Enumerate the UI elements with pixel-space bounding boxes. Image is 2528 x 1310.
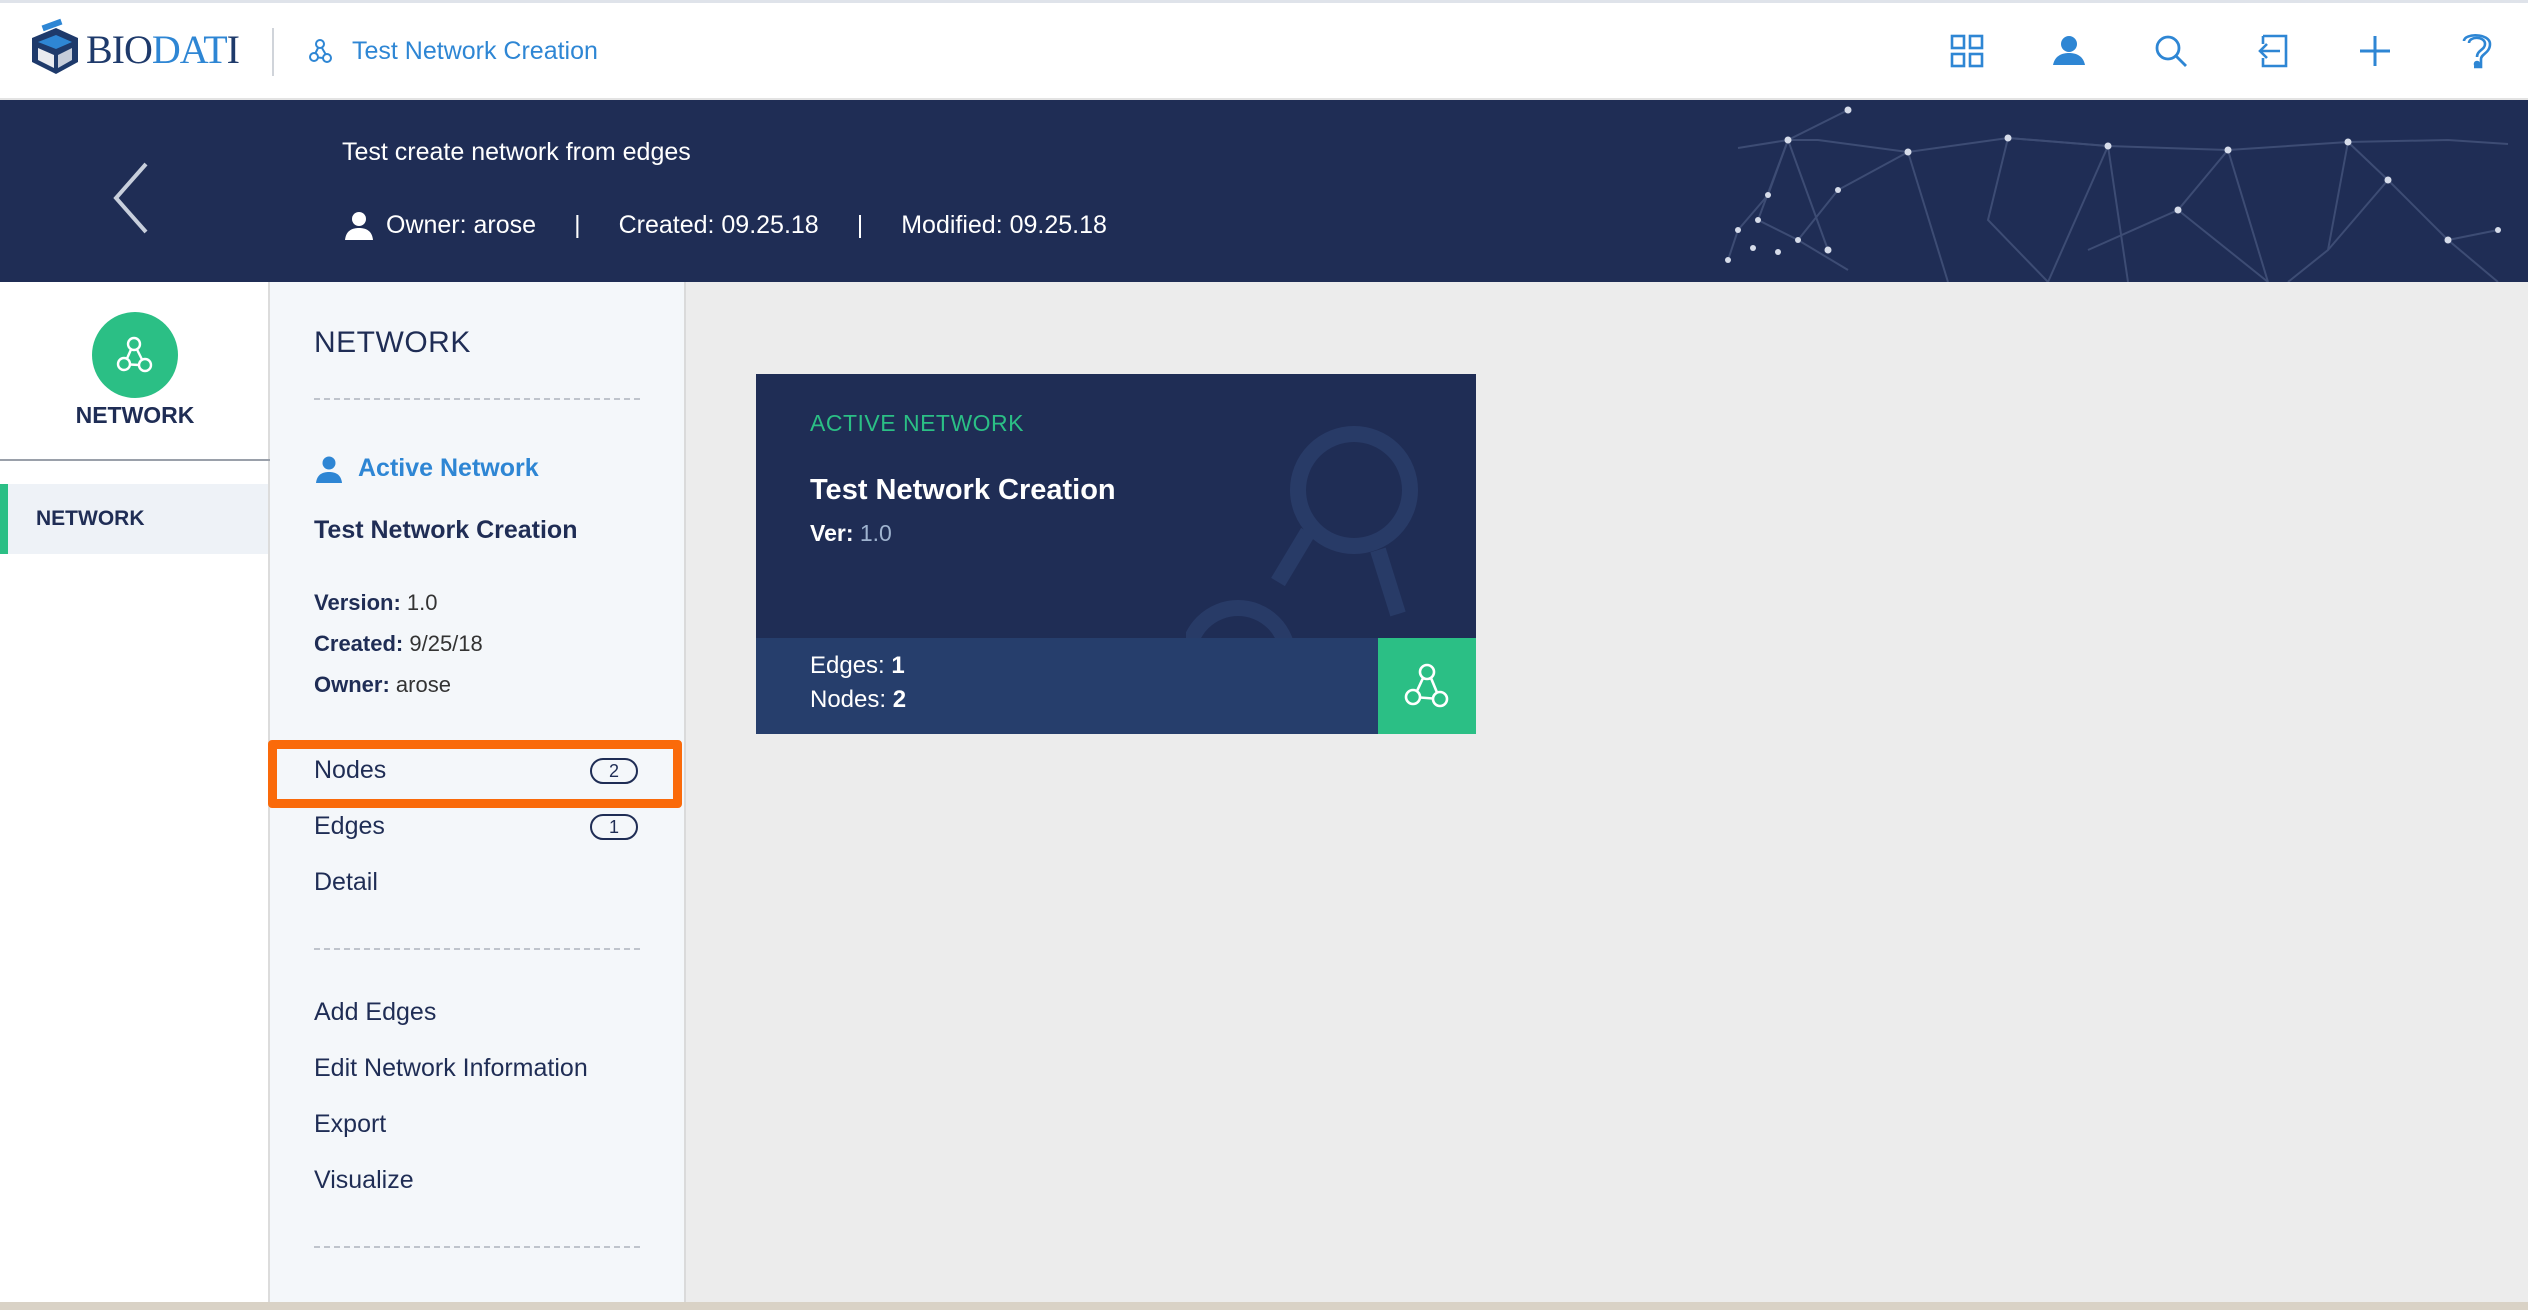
topbar-divider — [272, 28, 274, 76]
rail-section-label: NETWORK — [75, 402, 195, 428]
export-link[interactable]: Export — [314, 1110, 386, 1139]
visualize-link[interactable]: Visualize — [314, 1166, 414, 1195]
logout-button[interactable] — [2246, 24, 2300, 78]
network-description: Test create network from edges — [342, 138, 691, 166]
nodes-highlight-box — [268, 740, 682, 808]
user-icon — [2053, 36, 2085, 65]
active-network-name: Test Network Creation — [314, 516, 578, 544]
created-text: Created: 09.25.18 — [618, 210, 819, 239]
breadcrumb-label: Test Network Creation — [352, 36, 598, 65]
owner-info: Owner: arose — [314, 672, 451, 697]
top-bar: BIODATI Test Network Creation — [0, 0, 2528, 100]
rail-item-network[interactable]: NETWORK — [0, 484, 268, 554]
back-arrow-icon[interactable] — [108, 158, 158, 238]
meta-separator: | — [856, 210, 864, 239]
add-button[interactable] — [2348, 24, 2402, 78]
logo-mark-icon — [32, 18, 78, 74]
window-bottom-edge — [0, 1302, 2528, 1310]
owner-user-icon — [345, 212, 373, 240]
grid-icon — [1950, 34, 1984, 68]
card-network-name: Test Network Creation — [810, 474, 1116, 506]
network-icon — [309, 39, 332, 63]
version-info: Version: 1.0 — [314, 590, 438, 615]
network-pattern-decoration — [1725, 106, 2509, 282]
edit-network-information-link[interactable]: Edit Network Information — [314, 1054, 588, 1083]
edges-count-badge: 1 — [590, 814, 638, 840]
add-icon — [2360, 36, 2390, 66]
left-rail: NETWORK NETWORK — [0, 282, 270, 1310]
panel-title: NETWORK — [314, 326, 471, 359]
network-section-button[interactable] — [92, 312, 178, 398]
rail-divider — [0, 459, 270, 461]
search-button[interactable] — [2144, 24, 2198, 78]
apps-grid-button[interactable] — [1940, 24, 1994, 78]
network-meta: Owner: arose | Created: 09.25.18 | Modif… — [342, 210, 1107, 240]
network-icon — [1404, 663, 1449, 708]
help-icon — [2462, 34, 2492, 69]
owner-text: Owner: arose — [386, 210, 537, 239]
active-network-header: Active Network — [314, 454, 539, 483]
active-network-label: Active Network — [358, 454, 539, 482]
meta-separator: | — [574, 210, 581, 239]
active-network-card[interactable]: ACTIVE NETWORK Test Network Creation Ver… — [756, 374, 1476, 734]
card-kicker: ACTIVE NETWORK — [810, 410, 1025, 436]
user-button[interactable] — [2042, 24, 2096, 78]
biodati-logo[interactable]: BIODATI — [26, 18, 240, 82]
open-network-button[interactable] — [1378, 638, 1476, 734]
card-nodes-stat: Nodes: 2 — [810, 686, 907, 713]
created-info: Created: 9/25/18 — [314, 631, 483, 656]
network-header-band: Test create network from edges Owner: ar… — [0, 100, 2528, 282]
panel-divider — [314, 1246, 640, 1248]
logout-icon — [2258, 34, 2288, 68]
panel-divider — [314, 948, 640, 950]
card-edges-stat: Edges: 1 — [810, 652, 905, 679]
help-button[interactable] — [2450, 24, 2504, 78]
add-edges-link[interactable]: Add Edges — [314, 998, 436, 1027]
edges-link[interactable]: Edges — [314, 812, 385, 841]
search-icon — [2155, 35, 2187, 67]
logo-text: BIODATI — [86, 27, 240, 72]
detail-link[interactable]: Detail — [314, 868, 378, 897]
user-icon — [316, 456, 342, 483]
card-version: Ver: 1.0 — [810, 520, 892, 546]
breadcrumb[interactable]: Test Network Creation — [308, 30, 598, 72]
panel-divider — [314, 398, 640, 400]
modified-text: Modified: 09.25.18 — [901, 210, 1107, 239]
network-icon — [116, 336, 153, 373]
